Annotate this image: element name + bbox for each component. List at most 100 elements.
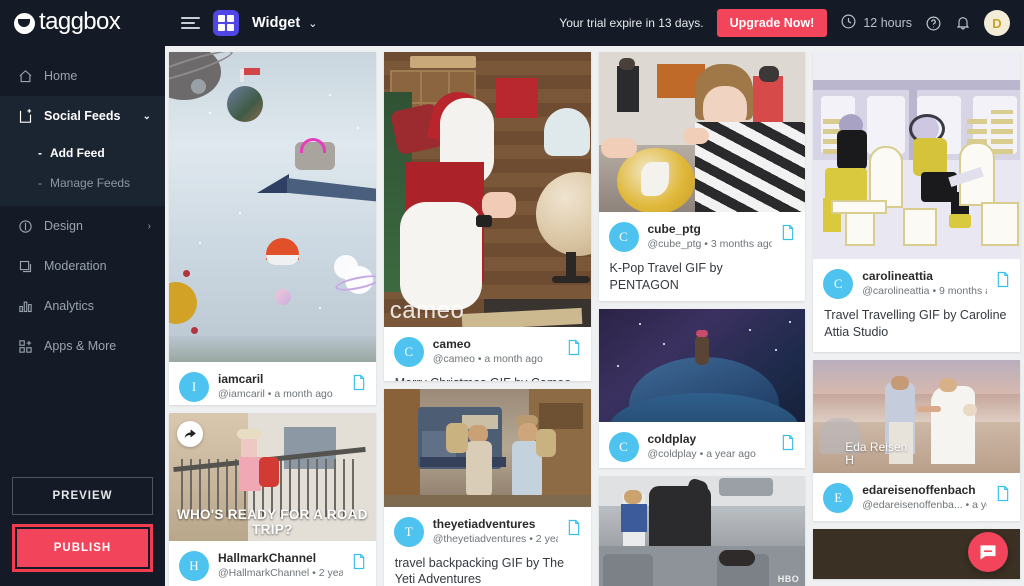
publish-highlight: PUBLISH — [12, 524, 153, 572]
card-media[interactable] — [813, 52, 1020, 259]
card-media[interactable]: cameo — [383, 52, 591, 327]
card-author: cube_ptg @cube_ptg • 3 months ago — [648, 222, 773, 252]
feed-card[interactable]: C coldplay @coldplay • a year ago — [598, 309, 806, 468]
card-author: coldplay @coldplay • a year ago — [648, 432, 773, 462]
document-icon[interactable] — [996, 271, 1010, 293]
home-icon — [17, 68, 33, 84]
chat-bubble-icon[interactable] — [968, 532, 1008, 572]
card-meta: T theyetiadventures @theyetiadventures •… — [384, 507, 591, 555]
document-icon[interactable] — [352, 553, 366, 575]
card-meta: E edareisenoffenbach @edareisenoffenba..… — [813, 473, 1020, 521]
card-username: theyetiadventures — [432, 516, 536, 531]
card-handle: @carolineattia • 9 months ago — [862, 285, 987, 297]
feed-wall: I iamcaril @iamcaril • a month ago WHO'S… — [165, 46, 1024, 586]
card-author: HallmarkChannel @HallmarkChannel • 2 yea… — [218, 551, 343, 581]
avatar: C — [823, 269, 854, 299]
user-avatar[interactable]: D — [984, 10, 1010, 36]
card-author: cameo @cameo • a month ago — [433, 337, 558, 367]
card-caption: K-Pop Travel GIF by PENTAGON — [609, 261, 723, 292]
card-handle: @iamcaril • a month ago — [218, 388, 333, 400]
sidebar-subitem-add-feed[interactable]: - Add Feed — [0, 138, 165, 168]
widget-grid-icon[interactable] — [213, 10, 239, 36]
document-icon[interactable] — [781, 434, 795, 456]
avatar: C — [608, 432, 639, 463]
sidebar-item-label: Apps & More — [44, 339, 117, 353]
sidebar-item-home[interactable]: Home — [0, 56, 165, 96]
help-circle-icon[interactable] — [925, 15, 942, 32]
card-meta: C coldplay @coldplay • a year ago — [599, 422, 806, 468]
document-icon[interactable] — [781, 224, 795, 246]
sidebar-item-label: Social Feeds — [44, 109, 121, 123]
hours-label: 12 hours — [863, 16, 912, 30]
bullet-dash-icon: - — [38, 176, 42, 190]
brand-logo[interactable]: taggbox — [0, 0, 165, 46]
card-caption: travel backpacking GIF by The Yeti Adven… — [394, 555, 565, 586]
sidebar: taggbox Home Social Feeds ⌄ - Add Feed -… — [0, 0, 165, 586]
chevron-down-icon[interactable]: ⌄ — [143, 111, 151, 122]
avatar: I — [179, 372, 209, 402]
preview-button[interactable]: PREVIEW — [12, 477, 153, 515]
hours-indicator[interactable]: 12 hours — [840, 13, 912, 33]
card-media[interactable]: HBO — [598, 475, 806, 586]
feed-card[interactable]: I iamcaril @iamcaril • a month ago — [169, 52, 376, 405]
card-handle: @theyetiadventures • 2 years ago — [432, 532, 558, 545]
hamburger-icon[interactable] — [181, 17, 200, 29]
feed-card[interactable]: HBO — [598, 475, 806, 586]
bell-icon[interactable] — [955, 15, 971, 31]
document-icon[interactable] — [567, 339, 581, 361]
upgrade-now-button[interactable]: Upgrade Now! — [716, 9, 828, 37]
document-icon[interactable] — [352, 374, 366, 396]
sidebar-item-label: Analytics — [44, 299, 95, 313]
feed-card[interactable]: Eda Reisen H E edareisenoffenbach @edarei… — [813, 360, 1020, 521]
avatar: H — [179, 550, 209, 581]
feed-column: I iamcaril @iamcaril • a month ago WHO'S… — [169, 52, 376, 586]
feed-card[interactable]: WHO'S READY FOR A ROAD TRIP? H HallmarkC… — [169, 412, 376, 586]
card-username: coldplay — [647, 432, 697, 447]
card-handle: @edareisenoffenba... • a year ago — [862, 499, 987, 511]
app-root: taggbox Home Social Feeds ⌄ - Add Feed -… — [0, 0, 1024, 586]
card-media[interactable]: Eda Reisen H — [813, 360, 1020, 473]
chevron-down-icon[interactable]: ⌄ — [308, 17, 317, 30]
feed-card[interactable]: T theyetiadventures @theyetiadventures •… — [383, 388, 591, 586]
apps-icon — [17, 338, 33, 354]
sidebar-item-social-feeds[interactable]: Social Feeds ⌄ — [0, 96, 165, 136]
card-media[interactable]: WHO'S READY FOR A ROAD TRIP? — [169, 412, 376, 541]
feed-card[interactable]: cameo C cameo @cameo • a month ago Merry… — [383, 52, 591, 381]
sidebar-item-design[interactable]: Design › — [0, 206, 165, 246]
card-username: cameo — [432, 337, 471, 351]
sidebar-item-moderation[interactable]: Moderation — [0, 246, 165, 286]
card-meta: C cameo @cameo • a month ago — [384, 327, 591, 375]
share-icon[interactable] — [177, 420, 203, 447]
sidebar-item-apps-and-more[interactable]: Apps & More — [0, 326, 165, 366]
card-author: carolineattia @carolineattia • 9 months … — [862, 269, 987, 299]
sidebar-actions: PREVIEW PUBLISH — [0, 477, 165, 586]
avatar: T — [393, 516, 424, 547]
card-meta: C carolineattia @carolineattia • 9 month… — [813, 259, 1020, 307]
document-icon[interactable] — [996, 485, 1010, 507]
sidebar-subitem-manage-feeds[interactable]: - Manage Feeds — [0, 168, 165, 198]
feed-card[interactable]: C carolineattia @carolineattia • 9 month… — [813, 52, 1020, 352]
feed-column: cameo C cameo @cameo • a month ago Merry… — [383, 52, 591, 586]
trial-status-text: Your trial expire in 13 days. — [559, 16, 704, 30]
publish-button[interactable]: PUBLISH — [17, 529, 148, 567]
card-media[interactable] — [383, 388, 591, 507]
card-media[interactable] — [598, 309, 806, 423]
card-username: cube_ptg — [647, 222, 701, 236]
bullet-dash-icon: - — [38, 146, 42, 160]
media-watermark: cameo — [389, 297, 465, 324]
card-author: theyetiadventures @theyetiadventures • 2… — [433, 517, 558, 547]
sidebar-item-analytics[interactable]: Analytics — [0, 286, 165, 326]
sidebar-item-label: Design — [44, 219, 83, 233]
card-username: edareisenoffenbach — [862, 483, 976, 497]
card-media[interactable] — [598, 52, 806, 212]
chevron-right-icon[interactable]: › — [148, 221, 151, 232]
avatar: C — [608, 222, 639, 252]
sidebar-nav: Home Social Feeds ⌄ - Add Feed - Manage … — [0, 56, 165, 477]
media-overlay-text: WHO'S READY FOR A ROAD TRIP? — [176, 506, 368, 537]
card-media[interactable] — [169, 52, 376, 362]
moderation-icon — [17, 258, 33, 274]
widget-title[interactable]: Widget — [252, 15, 300, 31]
document-icon[interactable] — [567, 519, 581, 541]
brand-name: taggbox — [39, 8, 121, 35]
feed-card[interactable]: C cube_ptg @cube_ptg • 3 months ago K-Po… — [598, 52, 806, 302]
